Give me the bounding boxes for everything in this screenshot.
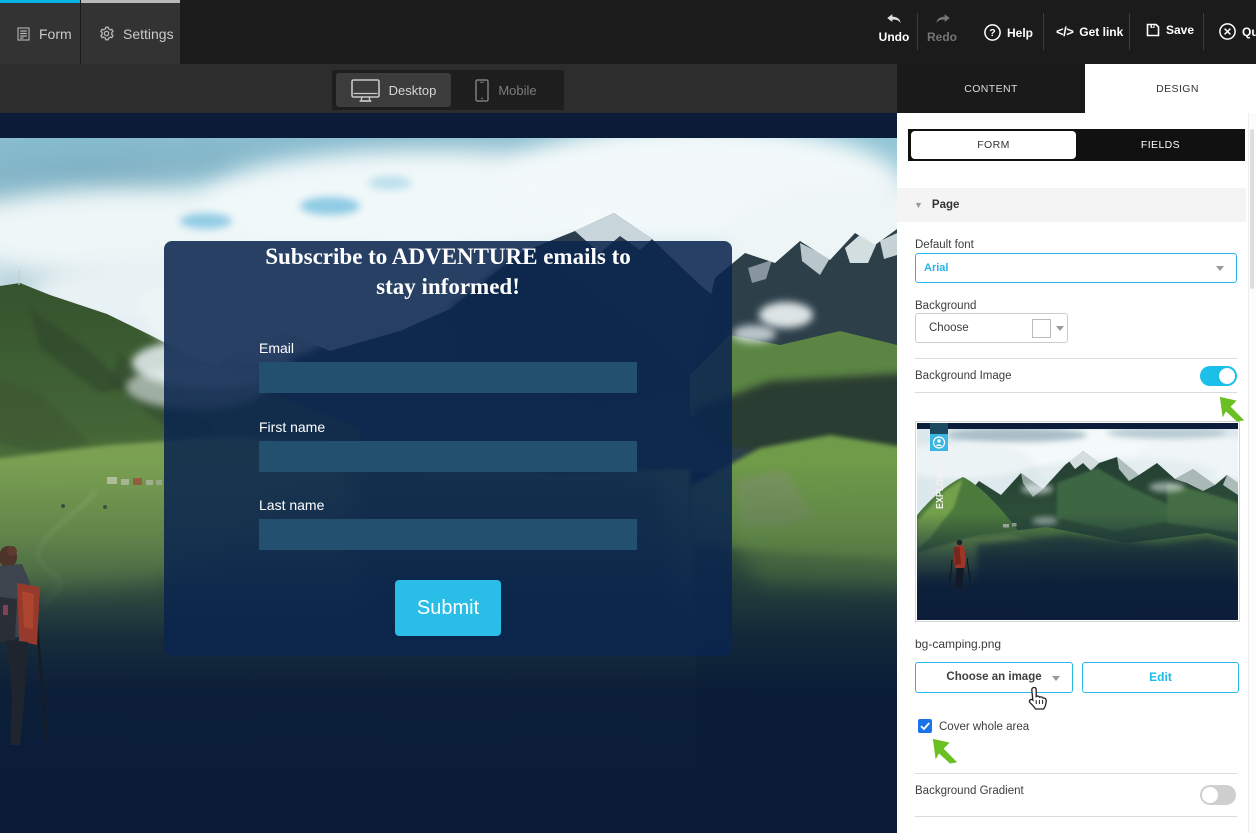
svg-text:EXPLORER: EXPLORER — [935, 459, 946, 509]
svg-text:?: ? — [989, 27, 995, 39]
